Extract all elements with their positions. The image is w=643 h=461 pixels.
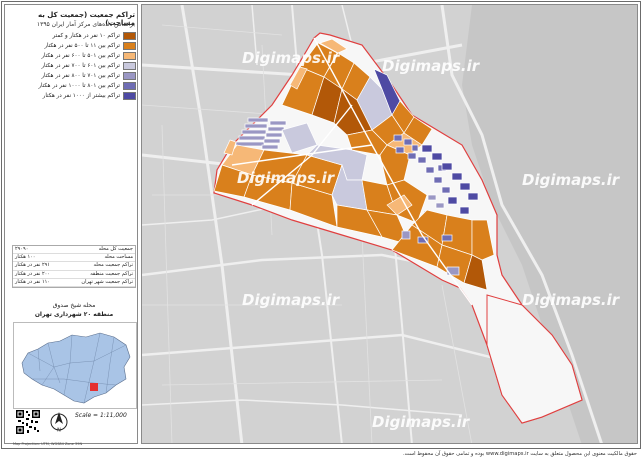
neighborhood-name: محله شیخ صدوق <box>52 302 96 309</box>
stat-row: تراکم جمعیت منطقه ۲۰۰ نفر در هکتار <box>13 271 135 279</box>
watermark: Digimaps.ir <box>382 57 481 75</box>
legend-label: تراکم بین ۱۱ تا ۵۰۰ نفر در هکتار <box>44 43 120 49</box>
stat-value: ۲۰۰ نفر در هکتار <box>15 270 50 277</box>
legend-label: تراکم بین ۸۰۱ تا ۱۰۰۰ نفر در هکتار <box>38 83 120 89</box>
legend-item: تراکم بین ۵۰۱ تا ۶۰۰ نفر در هکتار <box>12 52 136 61</box>
watermark: Digimaps.ir <box>372 413 471 431</box>
stat-label: تراکم جمعیت شهر تهران <box>81 278 133 285</box>
legend-swatch <box>123 92 136 100</box>
stat-value: ۱۰۰ هکتار <box>15 254 36 261</box>
stat-value: ۲۹۰۹۰ <box>15 246 29 252</box>
stat-label: مساحت محله <box>104 254 134 261</box>
stat-row: مساحت محله ۱۰۰ هکتار <box>13 254 135 263</box>
legend-item: تراکم بیشتر از ۱۰۰۰ نفر در هکتار <box>12 92 136 101</box>
legend-item: تراکم بین ۶۰۱ تا ۷۰۰ نفر در هکتار <box>12 62 136 71</box>
legend-panel: تراکم جمعیت (جمعیت کل به مساحت) براساس د… <box>4 4 138 446</box>
north-arrow-icon: N <box>49 409 69 434</box>
stat-label: جمعیت کل محله <box>98 246 133 252</box>
stat-value: ۲۹۱ نفر در هکتار <box>15 262 50 269</box>
map-subtitle: براساس داده‌های مرکز آمار ایران ۱۳۹۵ <box>36 21 135 28</box>
projection-note: Map Projection: UTM, WGS84 Zone 39N <box>13 442 83 446</box>
district-name: منطقه ۲۰ شهرداری تهران <box>34 311 114 318</box>
legend-item: تراکم بین ۸۰۱ تا ۱۰۰۰ نفر در هکتار <box>12 82 136 91</box>
svg-text:N: N <box>57 428 61 434</box>
legend-label: تراکم بین ۷۰۱ تا ۸۰۰ نفر در هکتار <box>41 73 120 79</box>
legend-swatch <box>123 52 136 60</box>
tehran-locator-map <box>13 322 137 409</box>
watermark: Digimaps.ir <box>242 291 341 309</box>
legend-item: تراکم بین ۱۱ تا ۵۰۰ نفر در هکتار <box>12 42 136 51</box>
legend-label: تراکم ۱۰ نفر در هکتار و کمتر <box>52 33 120 39</box>
legend-item: تراکم ۱۰ نفر در هکتار و کمتر <box>12 32 136 41</box>
legend-label: تراکم بین ۶۰۱ تا ۷۰۰ نفر در هکتار <box>41 63 120 69</box>
legend-item: تراکم بین ۷۰۱ تا ۸۰۰ نفر در هکتار <box>12 72 136 81</box>
locator-map-graphic <box>21 332 131 404</box>
legend-label: تراکم بین ۵۰۱ تا ۶۰۰ نفر در هکتار <box>41 53 120 59</box>
legend-swatch <box>123 72 136 80</box>
stat-row: جمعیت کل محله ۲۹۰۹۰ <box>13 246 135 255</box>
legend-swatch <box>123 82 136 90</box>
copyright-notice: حقوق مالکیت معنوی این محصول متعلق به سای… <box>403 451 637 457</box>
map-scale: Scale = 1:11,000 <box>75 412 127 419</box>
legend-swatch <box>123 32 136 40</box>
stat-row: تراکم جمعیت محله ۲۹۱ نفر در هکتار <box>13 262 135 271</box>
stat-row: تراکم جمعیت شهر تهران ۱۱۰ نفر در هکتار <box>13 278 135 288</box>
map-canvas[interactable]: Digimaps.ir Digimaps.ir Digimaps.ir Digi… <box>141 4 638 444</box>
map-graphic[interactable]: Digimaps.ir Digimaps.ir Digimaps.ir Digi… <box>142 5 638 444</box>
watermark: Digimaps.ir <box>522 291 621 309</box>
highlight-district <box>90 383 98 391</box>
legend-swatch <box>123 62 136 70</box>
watermark: Digimaps.ir <box>237 169 336 187</box>
qr-code-icon <box>15 409 41 435</box>
watermark: Digimaps.ir <box>522 171 621 189</box>
stat-label: تراکم جمعیت منطقه <box>90 270 133 277</box>
statistics-table: جمعیت کل محله ۲۹۰۹۰ مساحت محله ۱۰۰ هکتار ت… <box>12 245 136 289</box>
legend-swatch <box>123 42 136 50</box>
legend-label: تراکم بیشتر از ۱۰۰۰ نفر در هکتار <box>42 93 120 99</box>
stat-label: تراکم جمعیت محله <box>93 262 133 269</box>
stat-value: ۱۱۰ نفر در هکتار <box>15 278 50 285</box>
